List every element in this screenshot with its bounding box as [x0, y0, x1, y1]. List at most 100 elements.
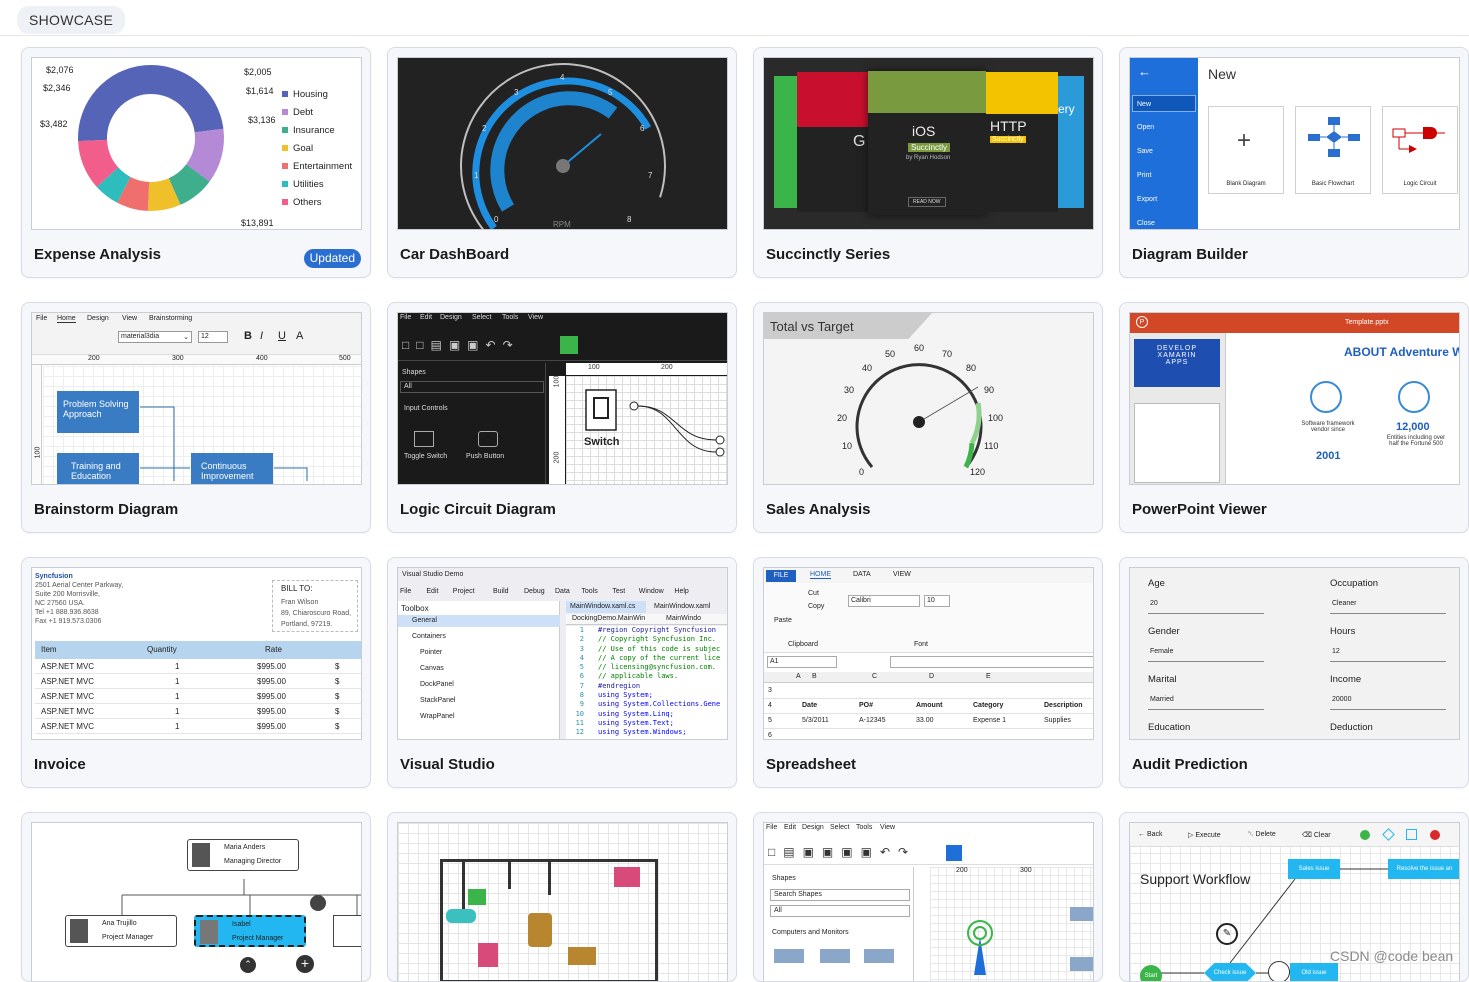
- tab-home[interactable]: HOME: [810, 571, 831, 579]
- card-diagram-editor[interactable]: File Edit Design Select Tools View □▤▣▣▣…: [753, 812, 1103, 982]
- template-blank[interactable]: + Blank Diagram: [1208, 106, 1284, 194]
- collapse-icon[interactable]: [310, 895, 326, 911]
- menu-item[interactable]: Test: [612, 588, 625, 595]
- menu-file[interactable]: File: [400, 314, 411, 321]
- sheet-cell[interactable]: Supplies: [1044, 717, 1071, 724]
- group-computers[interactable]: Computers and Monitors: [772, 929, 849, 936]
- tool-item[interactable]: Canvas: [420, 665, 444, 672]
- showcase-tab[interactable]: SHOWCASE: [17, 6, 126, 34]
- tool-item[interactable]: WrapPanel: [420, 713, 455, 720]
- name-box[interactable]: A1: [767, 656, 837, 668]
- menu-tools[interactable]: Tools: [502, 314, 518, 321]
- column-header[interactable]: A: [796, 673, 801, 680]
- slide-thumb-2[interactable]: [1134, 403, 1220, 483]
- org-node-top[interactable]: Maria Anders Managing Director: [187, 839, 299, 871]
- node-problem-solving[interactable]: Problem Solving Approach: [57, 391, 139, 433]
- card-succinctly-series[interactable]: G iOS Succinctly by Ryan Hodson READ NOW…: [753, 47, 1103, 278]
- menu-design[interactable]: Design: [440, 314, 462, 321]
- card-org-chart[interactable]: Maria Anders Managing Director Ana Truji…: [21, 812, 371, 982]
- size-select[interactable]: 10: [924, 595, 950, 607]
- column-header[interactable]: B: [812, 673, 817, 680]
- sheet-cell[interactable]: Description: [1044, 702, 1083, 709]
- node-resolve[interactable]: Resolve the issue an: [1388, 859, 1459, 879]
- circuit-canvas[interactable]: Switch: [566, 376, 727, 484]
- share-icon[interactable]: [1268, 961, 1290, 981]
- sheet-row[interactable]: 5 5/3/2011 A-12345 33.00 Expense 1 Supplies: [764, 714, 1093, 729]
- field-input[interactable]: Married: [1148, 696, 1264, 710]
- field-input[interactable]: 20000: [1330, 696, 1446, 710]
- slide-thumb-1[interactable]: DEVELOP XAMARIN APPS: [1134, 339, 1220, 387]
- row-header[interactable]: 5: [768, 717, 772, 724]
- menu-item[interactable]: Edit: [426, 588, 438, 595]
- tab-view[interactable]: VIEW: [893, 571, 911, 578]
- sheet-cell[interactable]: 5/3/2011: [802, 717, 829, 724]
- paste-button[interactable]: Paste: [774, 617, 792, 624]
- code-editor[interactable]: 1 #region Copyright Syncfusion 2// Copyrig…: [566, 626, 727, 739]
- edit-icon[interactable]: ✎: [1216, 923, 1238, 945]
- menu-design[interactable]: Design: [802, 824, 824, 831]
- diagram-canvas[interactable]: 200 300: [930, 867, 1093, 981]
- menu-item[interactable]: Build: [493, 588, 509, 595]
- card-brainstorm-diagram[interactable]: File Home Design View Brainstorming mate…: [21, 302, 371, 533]
- sheet-cell[interactable]: Category: [973, 702, 1003, 709]
- tool-item[interactable]: DockPanel: [420, 681, 454, 688]
- read-now-button[interactable]: READ NOW: [908, 197, 946, 207]
- card-audit-prediction[interactable]: Age 20 Occupation Cleaner Gender Female Hours 1…: [1119, 557, 1469, 788]
- pointer-tool-active[interactable]: [560, 336, 578, 354]
- menu-item-print[interactable]: Print: [1137, 172, 1151, 179]
- group-input-controls[interactable]: Input Controls: [404, 405, 448, 412]
- tool-item[interactable]: StackPanel: [420, 697, 455, 704]
- menu-item[interactable]: Data: [555, 588, 570, 595]
- pointer-tool-active[interactable]: [946, 845, 962, 861]
- field-input[interactable]: 20: [1148, 600, 1264, 614]
- menu-file[interactable]: File: [766, 824, 777, 831]
- card-spreadsheet[interactable]: FILE HOME DATA VIEW Cut Copy Paste Clipb…: [753, 557, 1103, 788]
- toggle-switch-icon[interactable]: [414, 431, 434, 447]
- node-sales-issue[interactable]: Sales issue: [1288, 859, 1340, 879]
- expand-icon[interactable]: ⌃: [240, 957, 256, 973]
- add-icon[interactable]: +: [296, 955, 314, 973]
- filter-select[interactable]: All: [770, 905, 910, 917]
- search-shapes-input[interactable]: Search Shapes: [770, 889, 910, 901]
- tab-xaml[interactable]: MainWindow.xaml: [654, 603, 710, 610]
- font-select[interactable]: Calibri: [848, 595, 920, 607]
- org-node-right[interactable]: [333, 915, 361, 947]
- menu-edit[interactable]: Edit: [784, 824, 796, 831]
- card-invoice[interactable]: Syncfusion 2501 Aerial Center Parkway, S…: [21, 557, 371, 788]
- push-button-icon[interactable]: [478, 431, 498, 447]
- column-header[interactable]: D: [929, 673, 934, 680]
- menu-item-export[interactable]: Export: [1137, 196, 1157, 203]
- menu-item[interactable]: Debug: [524, 588, 545, 595]
- menu-item[interactable]: Window: [639, 588, 664, 595]
- tab-data[interactable]: DATA: [853, 571, 871, 578]
- menu-edit[interactable]: Edit: [420, 314, 432, 321]
- cut-button[interactable]: Cut: [808, 590, 819, 597]
- menu-item[interactable]: Project: [453, 588, 475, 595]
- group-general[interactable]: General: [398, 615, 560, 627]
- field-input[interactable]: Female: [1148, 648, 1264, 662]
- card-sales-analysis[interactable]: Total vs Target 0 10 20 30 40 50 60 70 8…: [753, 302, 1103, 533]
- menu-tools[interactable]: Tools: [856, 824, 872, 831]
- menu-item-close[interactable]: Close: [1137, 220, 1155, 227]
- sheet-cell[interactable]: A-12345: [859, 717, 885, 724]
- template-flowchart[interactable]: Basic Flowchart: [1295, 106, 1371, 194]
- menu-select[interactable]: Select: [472, 314, 491, 321]
- sheet-row[interactable]: 6: [764, 729, 1093, 739]
- template-logic-circuit[interactable]: Logic Circuit: [1382, 106, 1458, 194]
- field-input[interactable]: 12: [1330, 648, 1446, 662]
- group-containers[interactable]: Containers: [412, 633, 446, 640]
- node-start[interactable]: Start: [1140, 965, 1162, 981]
- node-continuous-improvement[interactable]: Continuous Improvement: [191, 453, 273, 484]
- card-powerpoint-viewer[interactable]: P Template.pptx DEVELOP XAMARIN APPS ABO…: [1119, 302, 1469, 533]
- card-expense-analysis[interactable]: $2,076 $2,005 $2,346 $1,614 $3,482 $3,13…: [21, 47, 371, 278]
- menu-item[interactable]: File: [400, 588, 411, 595]
- tab-code[interactable]: MainWindow.xaml.cs: [566, 601, 646, 613]
- field-input[interactable]: Cleaner: [1330, 600, 1446, 614]
- sheet-grid[interactable]: A B C D E 3 4 Date PO# Amount Category Description 5…: [764, 672, 1093, 739]
- sheet-row[interactable]: 4 Date PO# Amount Category Description: [764, 699, 1093, 714]
- sheet-cell[interactable]: Amount: [916, 702, 942, 709]
- sheet-cell[interactable]: PO#: [859, 702, 873, 709]
- filter-select[interactable]: All: [400, 381, 544, 393]
- menu-view[interactable]: View: [880, 824, 895, 831]
- column-header[interactable]: E: [986, 673, 991, 680]
